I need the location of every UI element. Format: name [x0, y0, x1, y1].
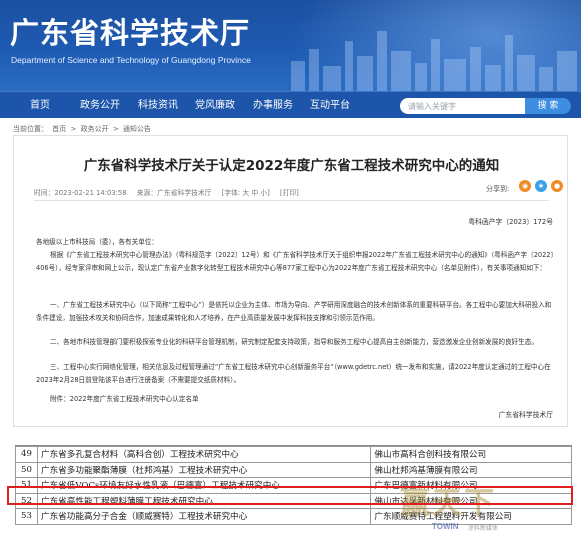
nav-item-gov-affairs[interactable]: 政务公开: [80, 92, 120, 119]
document-number: 粤科函产字〔2023〕172号: [468, 218, 553, 226]
body-paragraph-1: 根据《广东省工程技术研究中心管理办法》（粤科规范字〔2022〕12号）和《广东省…: [36, 251, 554, 272]
search-input[interactable]: [400, 98, 525, 114]
center-name: 广东省多功能聚酯薄膜（杜邦鸿基）工程技术研究中心: [36, 461, 372, 478]
qzone-share-icon[interactable]: ★: [535, 180, 547, 192]
print-link[interactable]: [打印]: [280, 189, 299, 197]
article-meta: 时间：2023-02-21 14:03:58 来源：广东省科学技术厅 [字体: …: [34, 187, 307, 197]
main-nav: 首页 政务公开 科技资讯 党风廉政 办事服务 互动平台 搜 索: [0, 91, 581, 118]
body-paragraph-3: 二、各地市科技管理部门要积极探索专业化的科研平台管理机制，研究制定配套支持政策，…: [50, 338, 538, 346]
nav-item-services[interactable]: 办事服务: [253, 92, 293, 119]
wechat-share-icon[interactable]: ●: [551, 180, 563, 192]
body-paragraph-4: 三、工程中心实行网络化管理，相关信息及过程管理通过“广东省工程技术研究中心创新服…: [36, 363, 551, 384]
signature: 广东省科学技术厅: [498, 411, 553, 419]
breadcrumb: 当前位置： 首页 > 政务公开 > 通知公告: [13, 124, 153, 134]
article-title: 广东省科学技术厅关于认定2022年度广东省工程技术研究中心的通知: [83, 158, 500, 174]
row-index: 49: [15, 446, 38, 463]
publish-time: 时间：2023-02-21 14:03:58: [34, 189, 127, 197]
company-name: 佛山市高科合创科技有限公司: [370, 446, 572, 463]
breadcrumb-notices[interactable]: 通知公告: [123, 125, 151, 133]
table-row: 49 广东省多孔复合材料（高科合创）工程技术研究中心 佛山市高科合创科技有限公司: [15, 446, 572, 463]
nav-item-home[interactable]: 首页: [30, 92, 50, 119]
row-index: 53: [15, 508, 38, 525]
search-button[interactable]: 搜 索: [525, 98, 571, 114]
salutation: 各地级以上市科技局（委），各有关单位：: [36, 238, 158, 246]
breadcrumb-label: 当前位置：: [13, 125, 48, 133]
watermark-sub: 涂料新媒体: [468, 525, 499, 532]
weibo-share-icon[interactable]: ◉: [519, 180, 531, 192]
nav-item-interaction[interactable]: 互动平台: [310, 92, 350, 119]
company-name: 佛山杜邦鸿基薄膜有限公司: [370, 461, 572, 478]
center-name: 广东省多孔复合材料（高科合创）工程技术研究中心: [36, 446, 372, 463]
row-index: 52: [15, 492, 38, 509]
breadcrumb-separator: >: [112, 125, 119, 133]
table-row: 50 广东省多功能聚酯薄膜（杜邦鸿基）工程技术研究中心 佛山杜邦鸿基薄膜有限公司: [15, 461, 572, 478]
skyline-decoration: [291, 31, 577, 91]
font-size-controls[interactable]: [字体: 大 中 小]: [222, 189, 270, 197]
share-label: 分享到:: [486, 185, 510, 193]
breadcrumb-gov-affairs[interactable]: 政务公开: [81, 125, 109, 133]
center-name: 广东省功能高分子合金（顺威赛特）工程技术研究中心: [36, 508, 372, 525]
article-container: 广东省科学技术厅关于认定2022年度广东省工程技术研究中心的通知 时间：2023…: [13, 135, 568, 427]
center-name: 广东省高性能工程塑料薄膜工程技术研究中心: [36, 492, 372, 509]
site-subtitle: Department of Science and Technology of …: [11, 55, 251, 65]
row-index: 50: [15, 461, 38, 478]
breadcrumb-home[interactable]: 首页: [52, 125, 66, 133]
site-title: 广东省科学技术厅: [10, 16, 251, 50]
site-header-banner: 广东省科学技术厅 Department of Science and Techn…: [0, 0, 581, 91]
nav-item-sci-news[interactable]: 科技资讯: [138, 92, 178, 119]
row-index: 51: [15, 477, 38, 494]
watermark-text: 赢天下: [400, 486, 496, 521]
nav-item-party-integrity[interactable]: 党风廉政: [195, 92, 235, 119]
body-paragraph-2: 一、广东省工程技术研究中心（以下简称“工程中心”）是依托以企业为主体、市场为导向…: [36, 301, 552, 322]
center-name: 广东省低VOCs环境友好水性乳液（巴德富）工程技术研究中心: [36, 477, 372, 494]
attachment-line[interactable]: 附件：2022年度广东省工程技术研究中心认定名单: [36, 393, 556, 406]
meta-divider: [34, 200, 549, 201]
watermark-logo: TOWIN: [432, 522, 459, 531]
breadcrumb-separator: >: [70, 125, 77, 133]
article-source: 来源：广东省科学技术厅: [136, 189, 212, 197]
